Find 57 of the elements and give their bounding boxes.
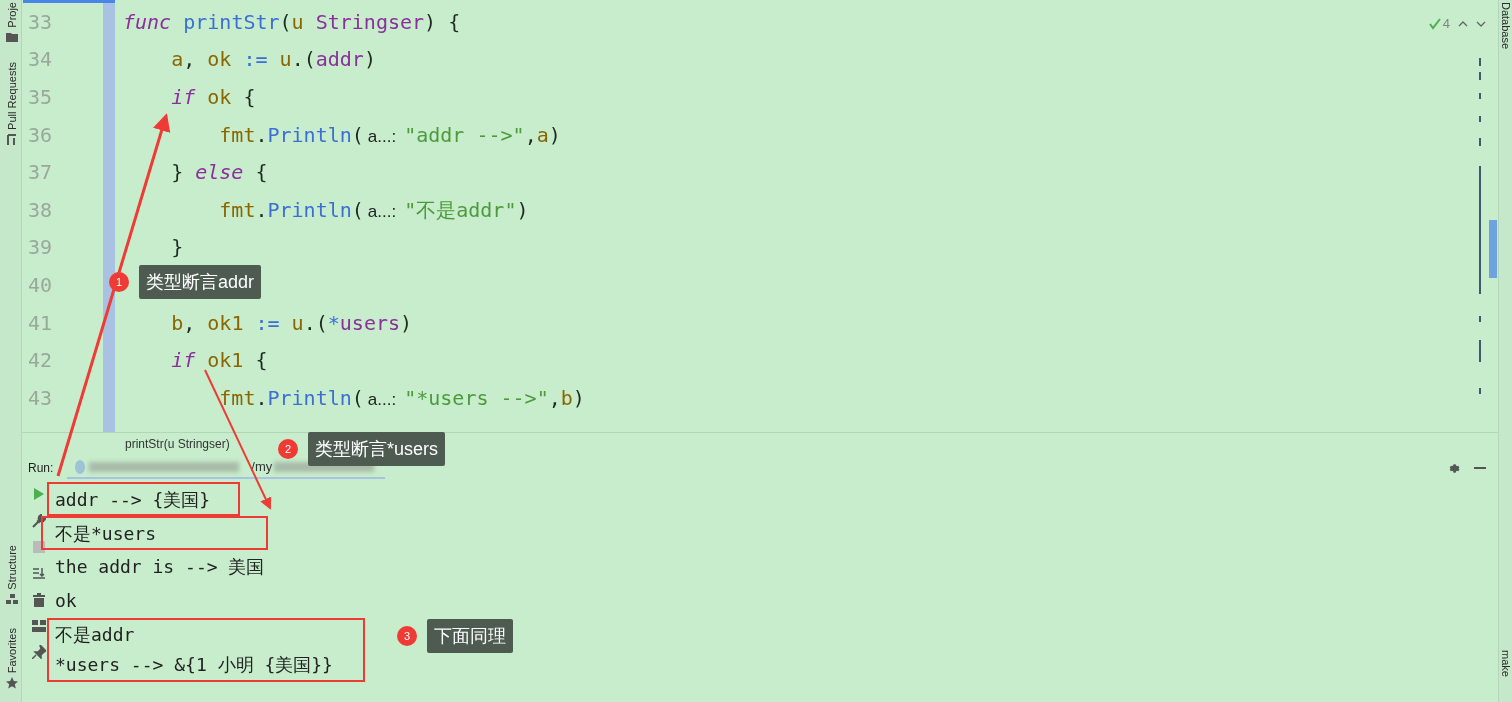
code-line: }	[170, 234, 184, 262]
code-line: } else {	[170, 159, 268, 187]
run-label: Run:	[28, 460, 54, 477]
scrollbar-thumb[interactable]	[1489, 220, 1497, 278]
callout-number: 1	[109, 272, 129, 292]
structure-icon	[6, 593, 19, 604]
console-output-line: 不是addr	[55, 623, 135, 648]
pull-request-icon	[6, 133, 19, 146]
run-tab-label: /my	[251, 458, 273, 477]
folder-icon	[6, 31, 19, 42]
line-number: 42	[28, 347, 53, 375]
scroll-to-end-icon[interactable]	[31, 566, 46, 580]
tool-window-tab[interactable]: Database	[1499, 2, 1512, 50]
line-number: 37	[28, 159, 53, 187]
tool-window-tab[interactable]: make	[1499, 650, 1512, 677]
callout-label: 下面同理	[427, 619, 513, 653]
code-line: fmt.Println( a...: "addr -->",a)	[218, 121, 561, 149]
code-line: a, ok := u.(addr)	[170, 46, 376, 74]
line-number: 39	[28, 234, 53, 262]
line-number: 34	[28, 46, 53, 74]
wrench-icon[interactable]	[31, 514, 46, 528]
code-line: if ok1 {	[170, 347, 268, 375]
line-number: 43	[28, 384, 53, 412]
console-output-line: addr --> {美国}	[55, 487, 211, 512]
line-number: 36	[28, 121, 53, 149]
code-line: func printStr(u Stringser) {	[123, 8, 461, 36]
code-line: if ok {	[170, 84, 256, 111]
line-number: 41	[28, 309, 53, 337]
callout-label: 类型断言*users	[308, 432, 446, 466]
inspection-count: 4	[1442, 15, 1450, 33]
line-number: 38	[28, 196, 53, 224]
callout-number: 3	[397, 626, 417, 646]
callout-label: 类型断言addr	[139, 265, 262, 299]
chevron-down-icon[interactable]	[1476, 20, 1486, 27]
console-output-line: *users --> &{1 小明 {美国}}	[55, 653, 333, 678]
tool-window-tab[interactable]: Favorites	[4, 628, 21, 674]
callout-number: 2	[278, 439, 298, 459]
console-output-line: 不是*users	[55, 521, 157, 546]
chevron-up-icon[interactable]	[1458, 20, 1468, 27]
line-number: 33	[28, 8, 53, 36]
layout-icon[interactable]	[31, 620, 46, 632]
line-number: 35	[28, 84, 53, 111]
breadcrumb[interactable]: printStr(u Stringser)	[125, 435, 230, 453]
console-output-line: the addr is --> 美国	[55, 555, 265, 580]
tool-window-tab[interactable]: Structure	[4, 545, 21, 590]
pin-icon[interactable]	[31, 645, 46, 659]
line-number: 40	[28, 271, 53, 299]
code-line: fmt.Println( a...: "不是addr")	[218, 196, 529, 224]
tool-window-tab[interactable]: Proje	[4, 2, 21, 28]
code-line: fmt.Println( a...: "*users -->",b)	[218, 384, 585, 412]
trash-icon[interactable]	[32, 593, 45, 607]
settings-icon[interactable]	[1447, 461, 1460, 475]
console-output-line: ok	[55, 589, 77, 614]
check-icon	[1428, 17, 1441, 30]
code-line: b, ok1 := u.(*users)	[170, 309, 413, 337]
star-icon	[6, 677, 19, 690]
tool-window-tab[interactable]: Pull Requests	[4, 62, 21, 130]
